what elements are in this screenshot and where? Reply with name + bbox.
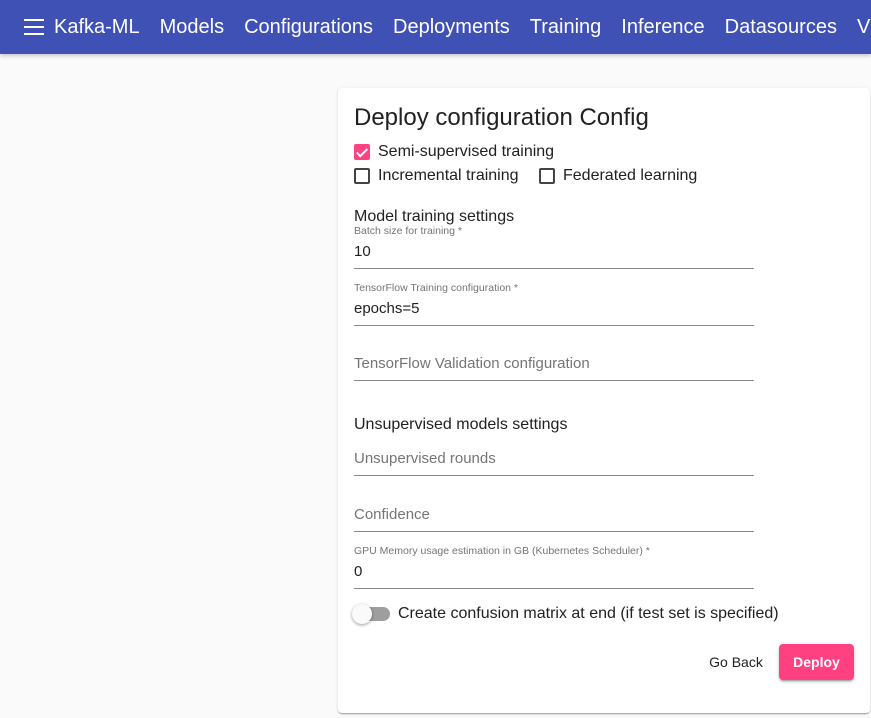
unsupervised-rounds-input[interactable]: Unsupervised rounds — [354, 450, 754, 468]
federated-checkbox[interactable] — [539, 168, 555, 184]
batch-size-underline — [354, 268, 754, 269]
nav-datasources[interactable]: Datasources — [725, 16, 837, 39]
nav-partial-item[interactable]: V — [857, 16, 870, 39]
tf-validation-field[interactable]: TensorFlow Validation configuration — [354, 355, 754, 381]
confusion-matrix-toggle-row[interactable]: Create confusion matrix at end (if test … — [352, 604, 779, 624]
gpu-memory-input[interactable]: 0 — [354, 563, 754, 581]
confusion-matrix-toggle[interactable] — [352, 604, 390, 624]
confusion-matrix-label: Create confusion matrix at end (if test … — [398, 605, 779, 622]
semi-supervised-checkbox[interactable] — [354, 144, 370, 160]
gpu-memory-field[interactable]: GPU Memory usage estimation in GB (Kuber… — [354, 545, 754, 589]
batch-size-field[interactable]: Batch size for training * 10 — [354, 225, 754, 269]
tf-training-input[interactable]: epochs=5 — [354, 300, 754, 318]
go-back-button[interactable]: Go Back — [701, 644, 771, 680]
tf-training-field[interactable]: TensorFlow Training configuration * epoc… — [354, 282, 754, 326]
nav-deployments[interactable]: Deployments — [393, 16, 510, 39]
batch-size-label: Batch size for training * — [354, 225, 462, 237]
menu-icon[interactable] — [24, 19, 44, 35]
tf-validation-underline — [354, 380, 754, 381]
deploy-button[interactable]: Deploy — [779, 644, 854, 680]
tf-training-underline — [354, 325, 754, 326]
confidence-input[interactable]: Confidence — [354, 506, 754, 524]
incremental-checkbox-row[interactable]: Incremental training — [354, 167, 519, 185]
nav-models[interactable]: Models — [160, 16, 224, 39]
nav-configurations[interactable]: Configurations — [244, 16, 373, 39]
confidence-field[interactable]: Confidence — [354, 506, 754, 532]
unsupervised-heading: Unsupervised models settings — [354, 416, 568, 433]
semi-supervised-label: Semi-supervised training — [378, 143, 555, 160]
deploy-config-card: Deploy configuration Config Semi-supervi… — [338, 88, 870, 713]
semi-supervised-checkbox-row[interactable]: Semi-supervised training — [354, 143, 554, 161]
tf-validation-input[interactable]: TensorFlow Validation configuration — [354, 355, 754, 373]
tf-training-label: TensorFlow Training configuration * — [354, 282, 519, 294]
batch-size-input[interactable]: 10 — [354, 243, 754, 261]
federated-checkbox-row[interactable]: Federated learning — [539, 167, 697, 185]
confidence-underline — [354, 531, 754, 532]
incremental-checkbox[interactable] — [354, 168, 370, 184]
top-toolbar: Kafka-ML Models Configurations Deploymen… — [0, 0, 871, 54]
toggle-thumb — [352, 604, 372, 624]
brand-title[interactable]: Kafka-ML — [54, 16, 140, 39]
nav-inference[interactable]: Inference — [621, 16, 704, 39]
model-training-heading: Model training settings — [354, 208, 515, 225]
incremental-label: Incremental training — [378, 167, 519, 184]
unsupervised-rounds-field[interactable]: Unsupervised rounds — [354, 450, 754, 476]
nav-training[interactable]: Training — [530, 16, 602, 39]
gpu-memory-label: GPU Memory usage estimation in GB (Kuber… — [354, 545, 650, 557]
gpu-memory-underline — [354, 588, 754, 589]
unsupervised-rounds-underline — [354, 475, 754, 476]
page-title: Deploy configuration Config — [354, 104, 649, 131]
federated-label: Federated learning — [563, 167, 698, 184]
